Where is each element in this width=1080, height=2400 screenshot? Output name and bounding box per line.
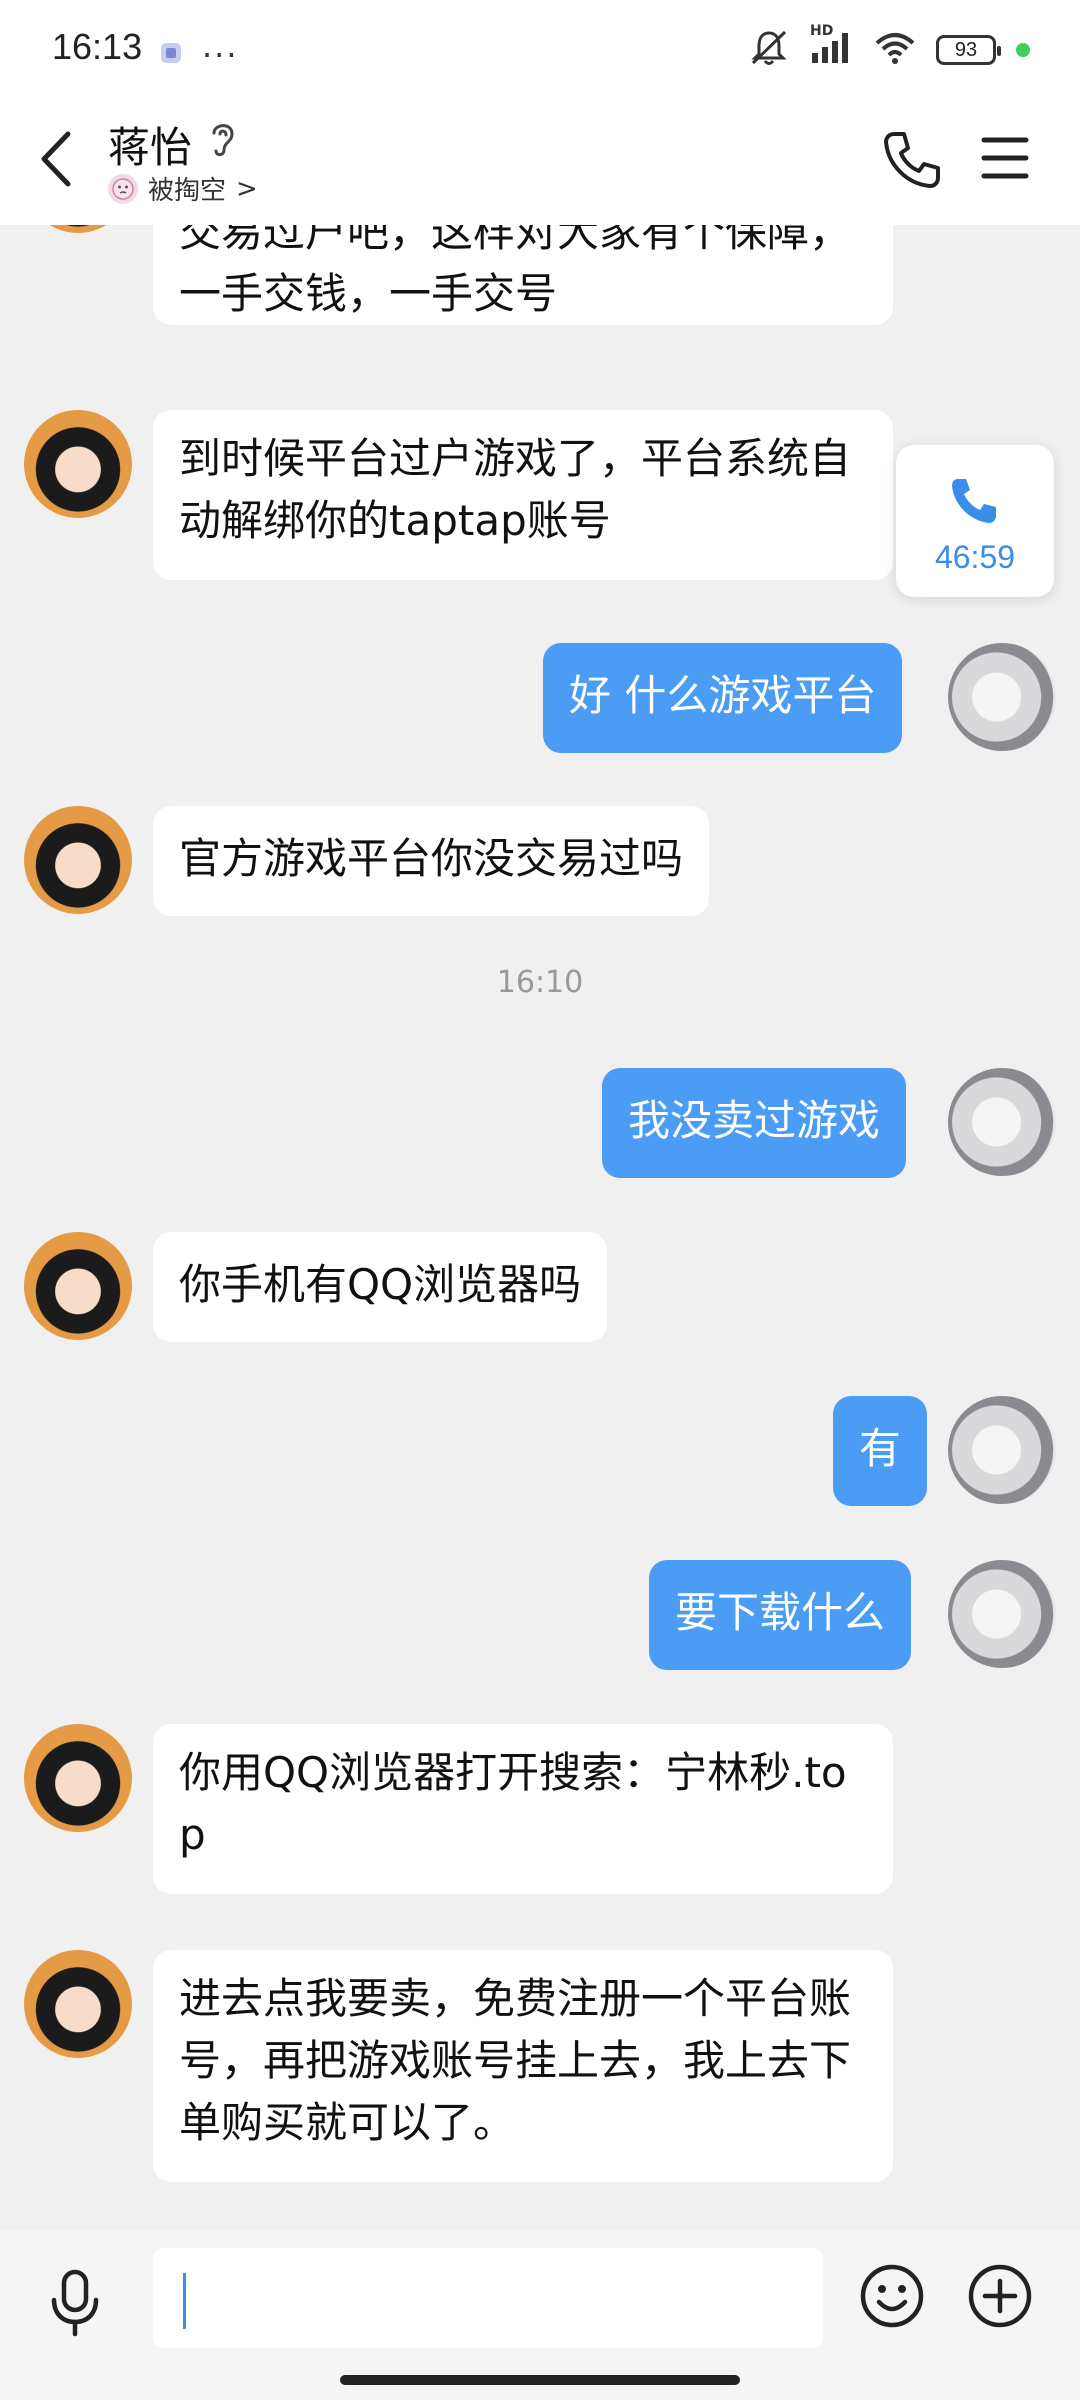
network-type: HD xyxy=(810,23,834,39)
message-bubble[interactable]: 你手机有QQ浏览器吗 xyxy=(153,1232,608,1342)
status-right-icons: HD 93 xyxy=(748,23,1030,72)
my-avatar[interactable] xyxy=(948,1068,1056,1176)
message-bubble[interactable]: 进去点我要卖，免费注册一个平台账号，再把游戏账号挂上去，我上去下单购买就可以了。 xyxy=(153,1950,893,2182)
voice-call-button[interactable] xyxy=(880,128,944,192)
phone-icon xyxy=(884,132,940,188)
voice-input-button[interactable] xyxy=(44,2268,106,2338)
back-button[interactable] xyxy=(30,124,90,194)
contact-avatar[interactable] xyxy=(24,410,132,518)
chevron-right-icon: > xyxy=(236,173,258,204)
text-cursor xyxy=(183,2273,186,2329)
battery-indicator: 93 xyxy=(936,35,1001,65)
call-duration: 46:59 xyxy=(934,539,1016,575)
contact-avatar[interactable] xyxy=(24,1724,132,1832)
signal-icon: HD xyxy=(810,23,854,69)
chat-header: 蒋怡 被掏空 > xyxy=(0,100,1080,225)
phone-call-icon xyxy=(946,473,1004,535)
message-input[interactable] xyxy=(153,2248,823,2348)
my-avatar[interactable] xyxy=(948,643,1056,751)
message-bubble[interactable]: 好 什么游戏平台 xyxy=(543,643,903,753)
status-emoji-icon xyxy=(108,173,138,204)
contact-name[interactable]: 蒋怡 xyxy=(108,114,192,175)
message-bubble[interactable]: 要下载什么 xyxy=(649,1560,912,1670)
my-avatar[interactable] xyxy=(948,1560,1056,1668)
emoji-button[interactable] xyxy=(858,2262,926,2330)
contact-avatar[interactable] xyxy=(24,806,132,914)
message-bubble[interactable]: 到时候平台过户游戏了，平台系统自动解绑你的taptap账号 xyxy=(153,410,893,580)
status-left-icons: ··· xyxy=(158,36,239,74)
plus-icon xyxy=(968,2264,1032,2328)
menu-icon xyxy=(981,137,1029,179)
chevron-left-icon xyxy=(41,131,71,187)
contact-avatar[interactable] xyxy=(24,225,132,233)
more-actions-button[interactable] xyxy=(966,2262,1034,2330)
my-avatar[interactable] xyxy=(948,1396,1056,1504)
notification-app-icon xyxy=(158,40,184,70)
home-indicator[interactable] xyxy=(340,2375,740,2385)
message-bubble[interactable]: 有 xyxy=(833,1396,928,1506)
privacy-dot xyxy=(1016,43,1030,57)
wifi-icon xyxy=(874,31,916,69)
contact-avatar[interactable] xyxy=(24,1232,132,1340)
time-separator: 16:10 xyxy=(496,965,584,1000)
message-bubble[interactable]: 官方游戏平台你没交易过吗 xyxy=(153,806,710,916)
contact-status[interactable]: 被掏空 > xyxy=(108,170,258,207)
contact-avatar[interactable] xyxy=(24,1950,132,2058)
contact-status-text: 被掏空 xyxy=(148,176,227,206)
mute-bell-icon xyxy=(748,28,790,72)
microphone-icon xyxy=(51,2269,99,2337)
ongoing-call-card[interactable]: 46:59 xyxy=(896,445,1054,597)
emoji-icon xyxy=(860,2264,924,2328)
more-notifications: ··· xyxy=(202,36,239,74)
menu-button[interactable] xyxy=(980,130,1030,186)
message-bubble[interactable]: 你用QQ浏览器打开搜索：宁林秒.top xyxy=(153,1724,893,1894)
message-bubble[interactable]: 我没卖过游戏 xyxy=(602,1068,907,1178)
status-bar: 16:13 ··· HD 93 xyxy=(0,0,1080,100)
status-time: 16:13 xyxy=(52,26,143,67)
ear-icon[interactable] xyxy=(208,118,238,162)
message-bubble[interactable]: 交易过户吧，这样对大家有个保障，一手交钱，一手交号 xyxy=(153,225,893,325)
input-bar xyxy=(0,2230,1080,2400)
